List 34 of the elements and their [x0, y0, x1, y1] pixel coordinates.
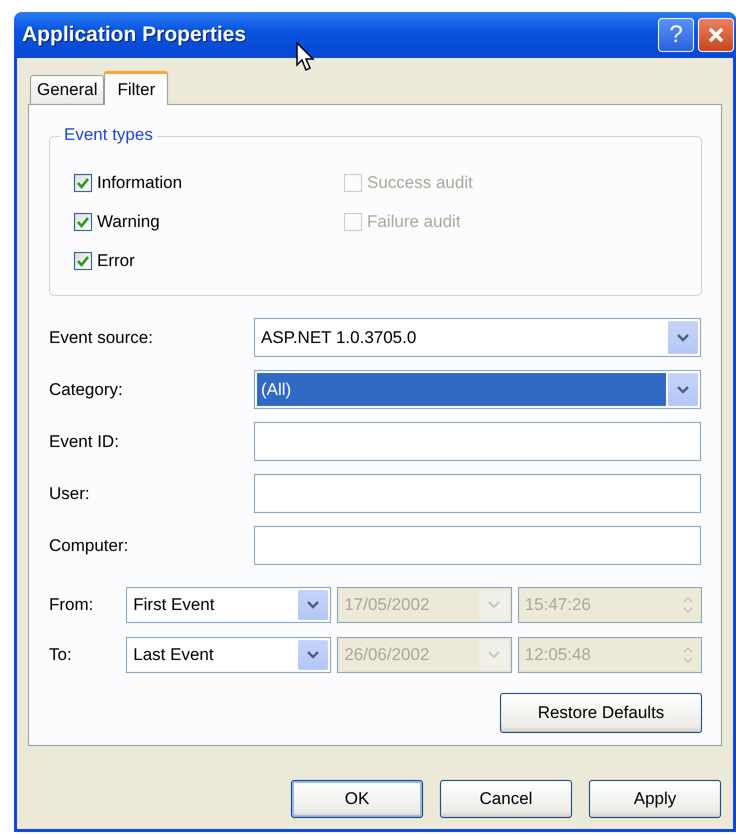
- checkbox[interactable]: [74, 252, 92, 270]
- group-title: Event types: [60, 125, 157, 145]
- dropdown-value: ASP.NET 1.0.3705.0: [260, 326, 418, 348]
- field-label: Category:: [49, 380, 124, 400]
- checkbox-label: Information: [97, 172, 182, 192]
- dialog-button[interactable]: Cancel: [440, 780, 572, 818]
- input-field[interactable]: [254, 526, 701, 565]
- help-button[interactable]: ?: [658, 18, 694, 52]
- checkbox[interactable]: [74, 212, 92, 230]
- window-title: Application Properties: [21, 23, 246, 47]
- checkbox-label: Warning: [97, 212, 160, 232]
- tab[interactable]: Filter: [104, 71, 168, 105]
- field-label: Event source:: [49, 328, 154, 348]
- restore-defaults-button[interactable]: Restore Defaults: [500, 693, 702, 733]
- field-label: User:: [49, 484, 91, 504]
- close-icon: [706, 25, 726, 45]
- pointer-icon: [296, 42, 318, 72]
- field-label: Event ID:: [49, 432, 120, 452]
- checkbox-label: Error: [97, 250, 135, 270]
- dialog-button[interactable]: OK: [291, 780, 423, 818]
- field-label: To:: [49, 645, 73, 665]
- tab[interactable]: General: [30, 75, 104, 104]
- dialog-button[interactable]: Apply: [589, 780, 721, 818]
- checkbox-label: Success audit: [367, 172, 473, 192]
- checkbox-label: Failure audit: [367, 212, 461, 232]
- dropdown[interactable]: ASP.NET 1.0.3705.0: [254, 318, 701, 357]
- field-label: Computer:: [49, 536, 130, 556]
- dropdown-value: (All): [257, 373, 666, 406]
- close-button[interactable]: [698, 18, 734, 52]
- dropdown[interactable]: (All): [254, 370, 701, 409]
- field-label: From:: [49, 595, 94, 615]
- input-field[interactable]: [254, 474, 701, 513]
- input-field[interactable]: [254, 422, 701, 461]
- checkbox[interactable]: [74, 174, 92, 192]
